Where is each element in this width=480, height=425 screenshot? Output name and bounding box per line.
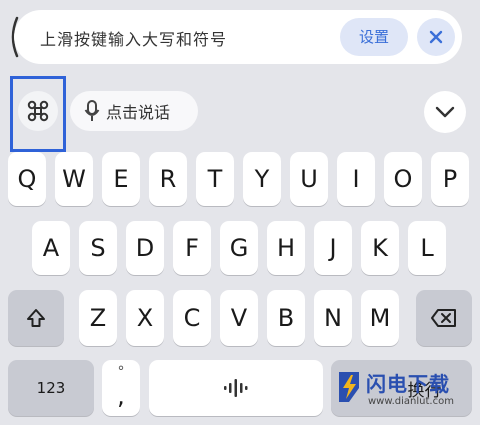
number-switch-key[interactable]: 123 [8, 360, 94, 416]
punctuation-key-sub: ° [117, 364, 125, 380]
space-key[interactable] [149, 360, 323, 416]
backspace-key[interactable] [416, 290, 472, 346]
backspace-icon [431, 309, 456, 327]
voice-wave-icon [224, 379, 248, 397]
key-c[interactable]: C [173, 290, 211, 346]
key-g[interactable]: G [220, 221, 258, 275]
key-i[interactable]: I [337, 152, 375, 206]
key-w[interactable]: W [55, 152, 93, 206]
voice-input-button[interactable]: 点击说话 [70, 91, 198, 131]
key-p[interactable]: P [431, 152, 469, 206]
key-b[interactable]: B [267, 290, 305, 346]
key-k[interactable]: K [361, 221, 399, 275]
punctuation-key[interactable]: ° , [102, 360, 140, 416]
key-x[interactable]: X [126, 290, 164, 346]
key-u[interactable]: U [290, 152, 328, 206]
voice-input-label: 点击说话 [106, 103, 171, 122]
key-n[interactable]: N [314, 290, 352, 346]
key-h[interactable]: H [267, 221, 305, 275]
key-q[interactable]: Q [8, 152, 46, 206]
keyboard-toolbar: 点击说话 [0, 74, 480, 152]
watermark-lightning-logo [339, 372, 359, 402]
key-a[interactable]: A [32, 221, 70, 275]
key-l[interactable]: L [408, 221, 446, 275]
chevron-down-icon [435, 106, 455, 118]
settings-button[interactable]: 设置 [340, 18, 408, 56]
key-o[interactable]: O [384, 152, 422, 206]
key-e[interactable]: E [102, 152, 140, 206]
watermark-title: 闪电下载 [366, 372, 450, 396]
key-z[interactable]: Z [79, 290, 117, 346]
hint-bar: 上滑按键输入大写和符号 设置 [0, 0, 480, 74]
key-f[interactable]: F [173, 221, 211, 275]
shift-arrow-icon [27, 309, 45, 327]
key-s[interactable]: S [79, 221, 117, 275]
close-hint-button[interactable] [417, 18, 455, 56]
menu-button[interactable] [18, 91, 58, 131]
key-t[interactable]: T [196, 152, 234, 206]
command-icon [27, 100, 49, 122]
key-y[interactable]: Y [243, 152, 281, 206]
shift-key[interactable] [8, 290, 64, 346]
watermark-url: www.dianlut.com [368, 396, 454, 407]
punctuation-key-main: , [117, 382, 125, 410]
key-v[interactable]: V [220, 290, 258, 346]
hint-text: 上滑按键输入大写和符号 [40, 30, 228, 49]
close-icon [429, 30, 443, 44]
microphone-icon [84, 100, 100, 121]
key-r[interactable]: R [149, 152, 187, 206]
collapse-keyboard-button[interactable] [424, 91, 466, 133]
key-j[interactable]: J [314, 221, 352, 275]
key-d[interactable]: D [126, 221, 164, 275]
key-m[interactable]: M [361, 290, 399, 346]
